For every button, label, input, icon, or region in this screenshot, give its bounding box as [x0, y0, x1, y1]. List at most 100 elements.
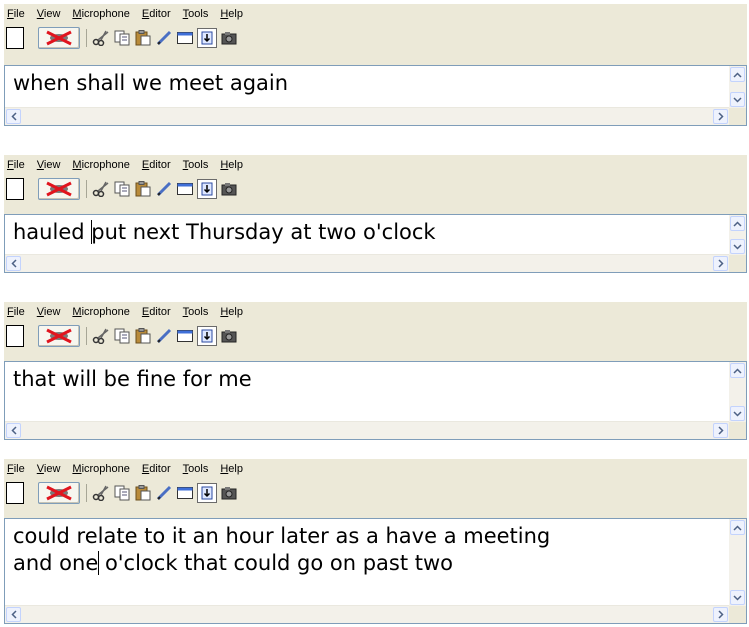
paste-button[interactable] — [134, 27, 152, 49]
menu-editor[interactable]: Editor — [142, 159, 171, 171]
camera-button[interactable] — [220, 482, 238, 504]
scroll-right-button[interactable] — [713, 109, 728, 124]
menu-file[interactable]: File — [7, 306, 25, 318]
paste-icon — [135, 30, 151, 46]
scroll-down-button[interactable] — [730, 406, 745, 421]
download-button[interactable] — [197, 483, 217, 503]
microphone-off-button[interactable] — [38, 325, 80, 347]
pen-button[interactable] — [155, 325, 173, 347]
dictation-text-area[interactable]: that will be fine for me — [4, 361, 747, 440]
camera-button[interactable] — [220, 178, 238, 200]
menu-file[interactable]: File — [7, 8, 25, 20]
menu-help[interactable]: Help — [220, 159, 243, 171]
menu-view[interactable]: View — [37, 8, 61, 20]
window-button[interactable] — [176, 325, 194, 347]
blank-document-icon[interactable] — [6, 482, 24, 504]
scroll-up-button[interactable] — [730, 363, 745, 378]
pen-icon — [156, 328, 172, 344]
chevron-down-icon — [733, 594, 742, 601]
paste-button[interactable] — [134, 482, 152, 504]
menu-help[interactable]: Help — [220, 8, 243, 20]
menu-microphone[interactable]: Microphone — [72, 159, 130, 171]
cut-button[interactable] — [92, 325, 110, 347]
scroll-left-button[interactable] — [6, 607, 21, 622]
scroll-up-button[interactable] — [730, 67, 745, 82]
scroll-down-button[interactable] — [730, 590, 745, 605]
menu-editor[interactable]: Editor — [142, 306, 171, 318]
horizontal-scrollbar[interactable] — [5, 421, 729, 439]
cut-button[interactable] — [92, 27, 110, 49]
paste-button[interactable] — [134, 178, 152, 200]
horizontal-scrollbar[interactable] — [5, 605, 729, 623]
scroll-up-button[interactable] — [730, 216, 745, 231]
menu-microphone[interactable]: Microphone — [72, 8, 130, 20]
vertical-scrollbar[interactable] — [729, 519, 746, 606]
scroll-down-button[interactable] — [730, 92, 745, 107]
pen-icon — [156, 30, 172, 46]
pen-button[interactable] — [155, 178, 173, 200]
toolbar — [4, 481, 747, 505]
menu-tools[interactable]: Tools — [183, 159, 209, 171]
pen-button[interactable] — [155, 27, 173, 49]
copy-button[interactable] — [113, 27, 131, 49]
menu-tools[interactable]: Tools — [183, 8, 209, 20]
dictation-text-area[interactable]: could relate to it an hour later as a ha… — [4, 518, 747, 624]
pen-button[interactable] — [155, 482, 173, 504]
copy-button[interactable] — [113, 178, 131, 200]
scroll-left-button[interactable] — [6, 109, 21, 124]
blank-document-icon[interactable] — [6, 27, 24, 49]
menu-tools[interactable]: Tools — [183, 306, 209, 318]
menu-file[interactable]: File — [7, 463, 25, 475]
microphone-off-button[interactable] — [38, 178, 80, 200]
cut-button[interactable] — [92, 482, 110, 504]
camera-icon — [221, 487, 237, 500]
menu-bar: File View Microphone Editor Tools Help — [4, 302, 747, 322]
blank-document-icon[interactable] — [6, 325, 24, 347]
download-button[interactable] — [197, 28, 217, 48]
window-icon — [177, 487, 193, 499]
microphone-off-button[interactable] — [38, 482, 80, 504]
window-button[interactable] — [176, 482, 194, 504]
menu-help[interactable]: Help — [220, 463, 243, 475]
menu-microphone[interactable]: Microphone — [72, 463, 130, 475]
chevron-up-icon — [733, 524, 742, 531]
vertical-scrollbar[interactable] — [729, 215, 746, 255]
vertical-scrollbar[interactable] — [729, 362, 746, 422]
horizontal-scrollbar[interactable] — [5, 107, 729, 125]
menu-editor[interactable]: Editor — [142, 463, 171, 475]
scroll-left-button[interactable] — [6, 423, 21, 438]
download-button[interactable] — [197, 326, 217, 346]
horizontal-scrollbar[interactable] — [5, 254, 729, 272]
scroll-down-button[interactable] — [730, 239, 745, 254]
paste-button[interactable] — [134, 325, 152, 347]
menu-tools[interactable]: Tools — [183, 463, 209, 475]
scroll-left-button[interactable] — [6, 256, 21, 271]
cut-button[interactable] — [92, 178, 110, 200]
cut-icon — [92, 30, 109, 46]
scroll-up-button[interactable] — [730, 520, 745, 535]
camera-button[interactable] — [220, 27, 238, 49]
menu-view[interactable]: View — [37, 463, 61, 475]
menu-view[interactable]: View — [37, 159, 61, 171]
menu-help[interactable]: Help — [220, 306, 243, 318]
download-button[interactable] — [197, 179, 217, 199]
camera-button[interactable] — [220, 325, 238, 347]
microphone-off-button[interactable] — [38, 27, 80, 49]
window-icon — [177, 330, 193, 342]
window-button[interactable] — [176, 178, 194, 200]
copy-button[interactable] — [113, 325, 131, 347]
scroll-right-button[interactable] — [713, 423, 728, 438]
menu-editor[interactable]: Editor — [142, 8, 171, 20]
menu-view[interactable]: View — [37, 306, 61, 318]
scroll-right-button[interactable] — [713, 256, 728, 271]
vertical-scrollbar[interactable] — [729, 66, 746, 108]
menu-file[interactable]: File — [7, 159, 25, 171]
menu-microphone[interactable]: Microphone — [72, 306, 130, 318]
window-button[interactable] — [176, 27, 194, 49]
dictation-text-area[interactable]: when shall we meet again — [4, 65, 747, 126]
download-icon — [201, 182, 213, 196]
blank-document-icon[interactable] — [6, 178, 24, 200]
dictation-text-area[interactable]: hauled put next Thursday at two o'clock — [4, 214, 747, 273]
scroll-right-button[interactable] — [713, 607, 728, 622]
copy-button[interactable] — [113, 482, 131, 504]
